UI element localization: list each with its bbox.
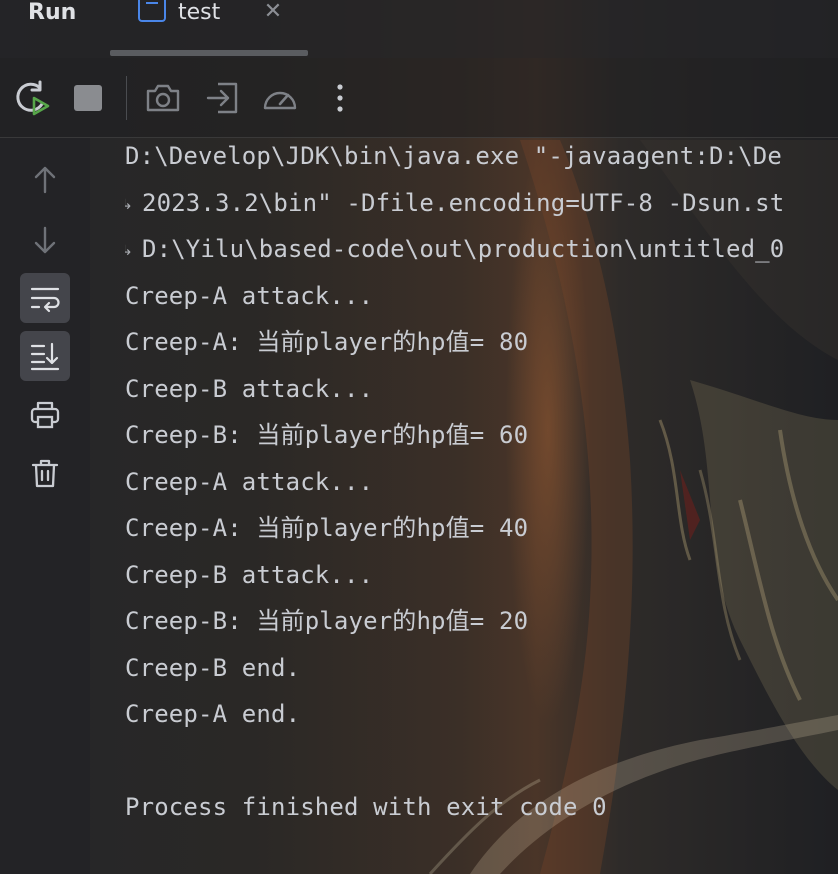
- clear-button[interactable]: [20, 448, 70, 498]
- profiler-button[interactable]: [260, 78, 300, 118]
- stop-button[interactable]: [68, 78, 108, 118]
- exit-button[interactable]: [202, 78, 242, 118]
- scroll-to-end-button[interactable]: [20, 331, 70, 381]
- soft-wrap-marker: ↳: [125, 196, 133, 213]
- down-button[interactable]: [20, 215, 70, 265]
- login-arrow-icon: [206, 82, 238, 114]
- tab-bar: Run test ✕: [0, 0, 838, 58]
- active-tab-indicator: [110, 50, 308, 56]
- run-tool-window: Run test ✕ D:\Develop\JDK\bin\java.exe "…: [0, 0, 838, 874]
- scroll-to-end-icon: [30, 342, 60, 371]
- console-line: Creep-B end.: [125, 653, 301, 682]
- console-line: Creep-A attack...: [125, 467, 374, 496]
- stop-icon: [74, 85, 102, 111]
- console-line: Creep-A attack...: [125, 281, 374, 310]
- screenshot-button[interactable]: [143, 78, 183, 118]
- console-line: Creep-B: 当前player的hp值= 20: [125, 607, 529, 635]
- console-line: Creep-A: 当前player的hp值= 80: [125, 328, 529, 356]
- console-line: Process finished with exit code 0: [125, 793, 607, 821]
- console-line: Creep-A end.: [125, 700, 301, 728]
- gauge-icon: [263, 91, 297, 110]
- console-line: Creep-B attack...: [125, 374, 374, 403]
- java-file-icon: [138, 0, 166, 22]
- rerun-icon: [16, 80, 50, 116]
- soft-wrap-marker: ↳: [125, 243, 133, 259]
- print-button[interactable]: [20, 390, 70, 440]
- up-button[interactable]: [20, 155, 70, 205]
- console-line: D:\Develop\JDK\bin\java.exe "-javaagent:…: [125, 142, 782, 170]
- arrow-up-icon: [34, 166, 56, 194]
- soft-wrap-button[interactable]: [20, 273, 70, 323]
- console-line: D:\Yilu\based-code\out\production\untitl…: [142, 235, 785, 263]
- trash-icon: [31, 459, 59, 488]
- console-side-toolbar: [0, 138, 90, 874]
- camera-icon: [146, 84, 180, 112]
- console-line: 2023.3.2\bin" -Dfile.encoding=UTF-8 -Dsu…: [142, 188, 785, 217]
- console-output[interactable]: D:\Develop\JDK\bin\java.exe "-javaagent:…: [125, 138, 838, 874]
- panel-title: Run: [28, 0, 77, 25]
- run-toolbar: [0, 58, 838, 138]
- rerun-button[interactable]: [12, 78, 52, 118]
- console-line: Creep-B attack...: [125, 560, 374, 589]
- printer-icon: [30, 401, 60, 429]
- more-button[interactable]: [320, 78, 360, 118]
- soft-wrap-icon: [30, 287, 60, 313]
- arrow-down-icon: [34, 226, 56, 254]
- kebab-menu-icon: [337, 84, 343, 112]
- toolbar-separator: [126, 76, 127, 120]
- tab-test[interactable]: test ✕: [110, 0, 310, 58]
- tab-label: test: [178, 0, 221, 25]
- console-line: Creep-B: 当前player的hp值= 60: [125, 421, 529, 449]
- console-line: Creep-A: 当前player的hp值= 40: [125, 514, 529, 542]
- close-icon[interactable]: ✕: [260, 0, 286, 26]
